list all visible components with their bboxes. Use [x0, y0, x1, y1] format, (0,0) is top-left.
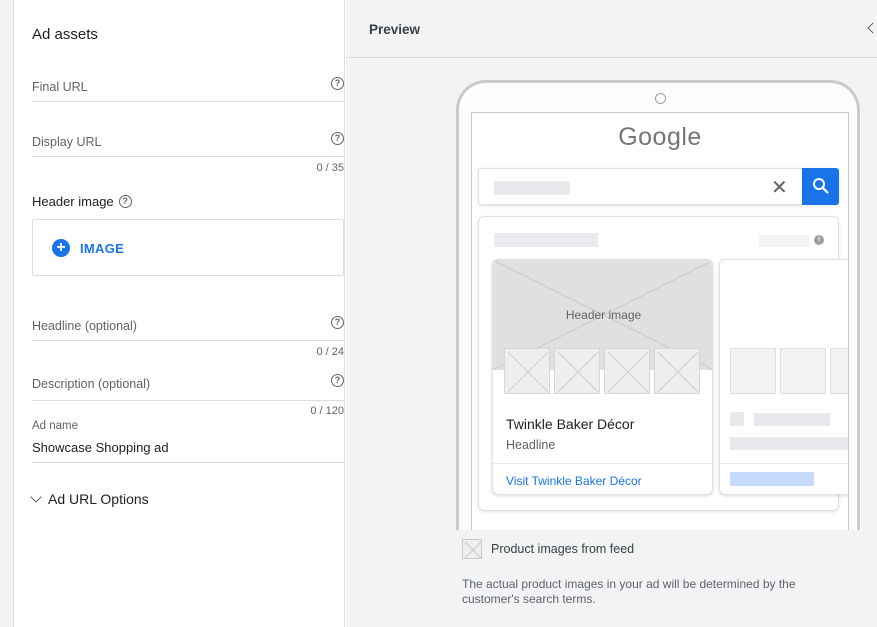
- preview-header: Preview: [346, 0, 877, 58]
- product-card-title: Twinkle Baker Décor: [506, 416, 635, 432]
- product-thumbnail-row: [504, 348, 700, 394]
- headline-label: Headline (optional): [32, 319, 137, 333]
- final-url-label: Final URL: [32, 80, 88, 94]
- next-card-divider: [720, 463, 848, 464]
- product-thumbnail: [654, 348, 700, 394]
- legend-label: Product images from feed: [491, 542, 635, 556]
- product-card-divider: [493, 463, 712, 464]
- add-image-button-label: IMAGE: [80, 240, 125, 256]
- final-url-underline: [32, 101, 344, 102]
- headline-underline: [32, 340, 344, 341]
- display-url-underline: [32, 156, 344, 157]
- ad-name-input[interactable]: Showcase Shopping ad: [32, 440, 169, 455]
- preview-legend: Product images from feed: [462, 539, 634, 559]
- search-query-placeholder: [494, 181, 570, 195]
- next-card-thumbnails: [730, 348, 848, 394]
- add-image-button[interactable]: + IMAGE: [52, 239, 124, 257]
- question-circle-icon[interactable]: ?: [331, 316, 344, 329]
- ad-name-label: Ad name: [32, 420, 79, 432]
- search-bar: ✕: [478, 168, 839, 205]
- showcase-product-card: Header image Twinkle Baker Décor Headlin…: [492, 259, 713, 495]
- preview-panel: Preview Google ✕ i Header image Twinkle …: [346, 0, 877, 627]
- preview-note: The actual product images in your ad wil…: [462, 577, 796, 606]
- product-thumbnail: [504, 348, 550, 394]
- product-thumbnail: [830, 348, 848, 394]
- final-url-field[interactable]: Final URL ?: [32, 77, 344, 104]
- ad-assets-panel: Ad assets Final URL ? Display URL ? 0 / …: [14, 0, 345, 627]
- ad-name-underline: [32, 462, 344, 463]
- product-image-swatch: [462, 539, 482, 559]
- header-image-caption: Header image: [565, 308, 642, 322]
- headline-counter: 0 / 24: [316, 346, 344, 358]
- product-thumbnail: [554, 348, 600, 394]
- image-placeholder-cross-icon: [657, 351, 699, 393]
- shopping-result-card: i Header image Twinkle Baker Décor Headl…: [478, 216, 848, 511]
- product-thumbnail: [780, 348, 826, 394]
- image-placeholder-cross-icon: [507, 351, 549, 393]
- plus-circle-icon: +: [52, 239, 70, 257]
- preview-title: Preview: [369, 22, 421, 37]
- search-button: [802, 168, 839, 205]
- description-label: Description (optional): [32, 377, 151, 391]
- product-thumbnail: [604, 348, 650, 394]
- question-circle-icon[interactable]: ?: [331, 374, 344, 387]
- google-logo: Google: [618, 123, 702, 151]
- description-underline: [32, 400, 344, 401]
- next-product-card: [719, 259, 848, 495]
- ad-url-options-toggle[interactable]: Ad URL Options: [30, 491, 149, 507]
- image-placeholder-cross-icon: [557, 351, 599, 393]
- question-circle-icon[interactable]: ?: [331, 77, 344, 90]
- header-image-label-text: Header image: [32, 194, 114, 209]
- image-placeholder-cross-icon: [607, 351, 649, 393]
- close-icon: ✕: [771, 177, 788, 199]
- phone-mockup: Google ✕ i Header image Twinkle Baker Dé…: [456, 80, 860, 530]
- next-card-link-placeholder: [730, 472, 814, 486]
- display-url-counter: 0 / 35: [316, 162, 344, 174]
- left-edge-strip: [0, 0, 14, 627]
- next-card-headline-placeholder: [730, 437, 848, 450]
- result-title-placeholder: [494, 233, 598, 247]
- result-ad-placeholder: [759, 235, 809, 247]
- panel-title: Ad assets: [32, 26, 98, 43]
- description-field[interactable]: Description (optional) ? 0 / 120: [32, 374, 344, 417]
- product-card-link: Visit Twinkle Baker Décor: [506, 474, 642, 488]
- ad-url-options-label: Ad URL Options: [48, 491, 149, 507]
- image-placeholder-cross-icon: [464, 541, 482, 559]
- display-url-label: Display URL: [32, 135, 102, 149]
- phone-screen: Google ✕ i Header image Twinkle Baker Dé…: [471, 112, 849, 530]
- question-circle-icon[interactable]: ?: [331, 132, 344, 145]
- headline-field[interactable]: Headline (optional) ? 0 / 24: [32, 316, 344, 359]
- header-image-label: Header image ?: [32, 194, 132, 209]
- header-image-box: + IMAGE: [32, 219, 344, 276]
- next-card-title-placeholder: [754, 413, 830, 426]
- chevron-down-icon: [30, 491, 42, 503]
- phone-camera: [655, 93, 666, 104]
- product-card-headline: Headline: [506, 438, 556, 452]
- product-thumbnail: [730, 348, 776, 394]
- info-icon: i: [814, 235, 824, 245]
- chevron-left-icon[interactable]: [867, 22, 877, 34]
- display-url-field[interactable]: Display URL ? 0 / 35: [32, 132, 344, 175]
- question-circle-icon[interactable]: ?: [118, 195, 132, 208]
- description-counter: 0 / 120: [310, 405, 344, 417]
- next-card-logo-placeholder: [730, 412, 744, 426]
- search-icon: [813, 178, 829, 194]
